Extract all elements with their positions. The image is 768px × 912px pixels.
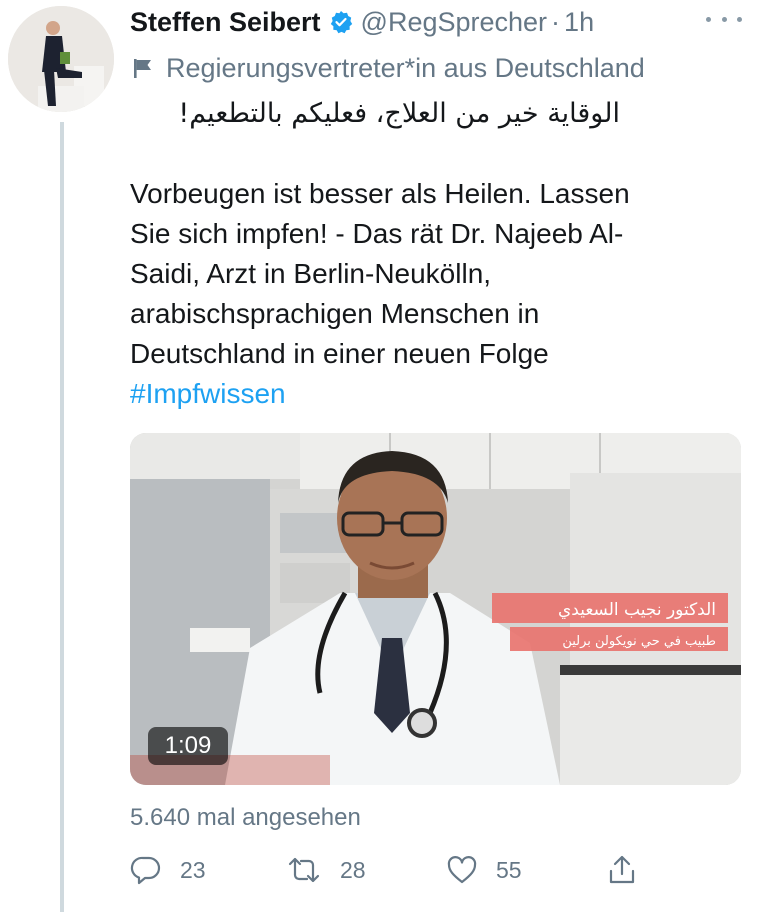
avatar[interactable] xyxy=(8,6,114,112)
reply-count: 23 xyxy=(180,856,206,883)
retweet-button[interactable]: 28 xyxy=(286,848,366,892)
caption-subtitle: طبيب في حي نويكولن برلين xyxy=(562,634,716,649)
author-name[interactable]: Steffen Seibert xyxy=(130,7,321,38)
tweet-arabic-text: الوقاية خير من العلاج، فعليكم بالتطعيم! xyxy=(178,98,620,129)
government-label-text: Regierungsvertreter*in aus Deutschland xyxy=(166,52,645,83)
avatar-image xyxy=(8,6,114,112)
caption-name: الدكتور نجيب السعيدي xyxy=(558,600,716,620)
author-handle[interactable]: @RegSprecher xyxy=(361,7,548,38)
share-icon xyxy=(609,855,635,884)
video-duration: 1:09 xyxy=(148,727,228,765)
flag-icon xyxy=(134,59,151,78)
timestamp[interactable]: 1h xyxy=(564,7,594,38)
like-icon xyxy=(447,856,477,884)
tweet-text-line: Vorbeugen ist besser als Heilen. Lassen xyxy=(130,178,630,209)
share-button[interactable] xyxy=(606,848,638,892)
verified-badge-icon xyxy=(329,10,353,34)
retweet-count: 28 xyxy=(340,856,366,883)
tweet-text: Vorbeugen ist besser als Heilen. Lassen … xyxy=(130,174,730,414)
separator-dot: · xyxy=(551,6,561,37)
reply-icon xyxy=(130,856,161,885)
tweet-text-line: Saidi, Arzt in Berlin-Neukölln, xyxy=(130,258,492,289)
tweet-actions: 23 28 55 xyxy=(130,848,750,892)
view-count: 5.640 mal angesehen xyxy=(130,804,361,831)
reply-button[interactable]: 23 xyxy=(130,848,206,892)
retweet-icon xyxy=(288,857,320,883)
tweet-text-line: Deutschland in einer neuen Folge xyxy=(130,338,549,369)
hashtag-link[interactable]: #Impfwissen xyxy=(130,374,730,414)
like-count: 55 xyxy=(496,856,522,883)
like-button[interactable]: 55 xyxy=(446,848,522,892)
tweet-text-line: arabischsprachigen Menschen in xyxy=(130,298,540,329)
more-icon[interactable] xyxy=(706,8,742,30)
government-label[interactable]: Regierungsvertreter*in aus Deutschland xyxy=(132,48,645,88)
thread-line xyxy=(60,122,64,912)
tweet-text-line: Sie sich impfen! - Das rät Dr. Najeeb Al… xyxy=(130,218,624,249)
tweet-header: Steffen Seibert @RegSprecher · 1h xyxy=(130,2,750,42)
